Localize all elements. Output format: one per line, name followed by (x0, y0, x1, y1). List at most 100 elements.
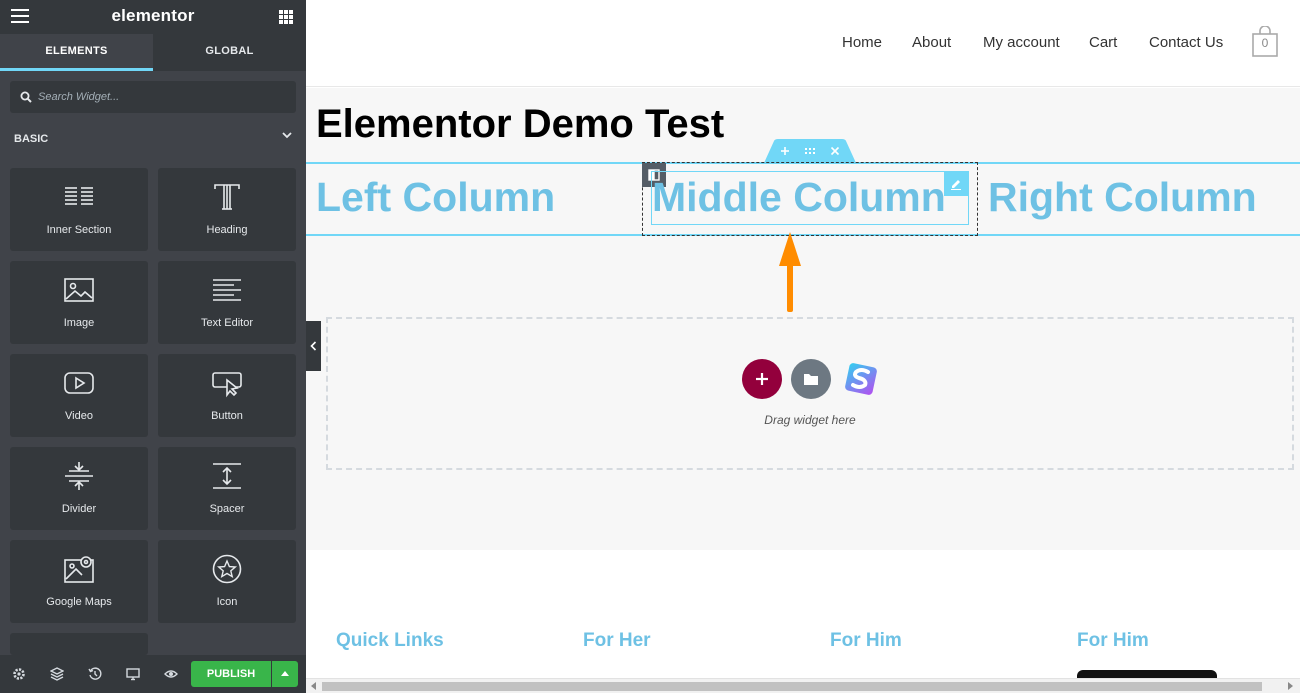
horizontal-scrollbar[interactable] (306, 678, 1300, 693)
add-template-button[interactable] (791, 359, 831, 399)
dropzone-hint: Drag widget here (764, 413, 856, 427)
widget-partial[interactable] (10, 633, 148, 655)
starter-templates-icon[interactable] (841, 359, 881, 399)
footer-heading-for-him: For Him (830, 630, 902, 651)
delete-section-icon[interactable] (828, 144, 842, 158)
widget-label: Video (65, 410, 93, 422)
site-header: Home About My account Cart Contact Us 0 (306, 0, 1300, 87)
nav-home[interactable]: Home (842, 34, 882, 51)
folder-icon (804, 374, 818, 385)
navigator-icon[interactable] (50, 667, 64, 681)
footer-heading-for-her: For Her (583, 630, 651, 651)
star-icon (212, 554, 242, 584)
category-label: BASIC (14, 133, 49, 145)
scrollbar-thumb[interactable] (322, 682, 1262, 691)
widget-video[interactable]: Video (10, 354, 148, 437)
preview-icon[interactable] (164, 667, 178, 681)
nav-about[interactable]: About (912, 34, 951, 51)
site-footer: Quick Links For Her For Him For Him (306, 550, 1300, 693)
widget-label: Inner Section (46, 224, 112, 236)
grid-icon (284, 20, 288, 24)
widget-spacer[interactable]: Spacer (158, 447, 296, 530)
heading-middle-column[interactable]: Middle Column (652, 174, 946, 221)
grid-icon (289, 10, 293, 14)
widget-icon[interactable]: Icon (158, 540, 296, 623)
heading-left-column[interactable]: Left Column (316, 174, 555, 221)
settings-icon[interactable] (12, 667, 26, 681)
scroll-right-icon[interactable] (1286, 682, 1294, 690)
caret-up-icon (281, 671, 289, 676)
widget-inner-section[interactable]: Inner Section (10, 168, 148, 251)
widget-label: Icon (216, 596, 238, 608)
heading-right-column[interactable]: Right Column (988, 174, 1257, 221)
chevron-down-icon (282, 132, 292, 139)
widget-text-editor[interactable]: Text Editor (158, 261, 296, 344)
footer-heading-for-him-2: For Him (1077, 630, 1149, 651)
heading-icon (214, 184, 240, 210)
cart-button[interactable]: 0 (1252, 26, 1278, 58)
tab-global[interactable]: GLOBAL (153, 34, 306, 71)
pencil-icon (951, 180, 961, 190)
grid-icon (279, 20, 283, 24)
publish-options-button[interactable] (272, 661, 298, 687)
widget-divider[interactable]: Divider (10, 447, 148, 530)
publish-button[interactable]: PUBLISH (191, 661, 271, 687)
nav-contact-us[interactable]: Contact Us (1149, 34, 1223, 51)
google-maps-icon (64, 556, 94, 583)
grid-icon (284, 10, 288, 14)
section-toolbar (764, 139, 856, 163)
chevron-left-icon (310, 341, 317, 351)
nav-cart[interactable]: Cart (1089, 34, 1117, 51)
panel-header: elementor (0, 0, 306, 34)
empty-section-dropzone[interactable]: Drag widget here (326, 317, 1294, 470)
page-title: Elementor Demo Test (316, 102, 725, 146)
footer-heading-quick-links: Quick Links (336, 630, 444, 651)
widget-label: Button (211, 410, 243, 422)
grid-icon (289, 20, 293, 24)
history-icon[interactable] (88, 667, 102, 681)
plus-icon (756, 373, 768, 385)
nav-my-account[interactable]: My account (983, 34, 1060, 51)
apps-grid-button[interactable] (279, 10, 293, 24)
annotation-arrow-icon (779, 232, 801, 312)
scroll-left-icon[interactable] (310, 682, 318, 690)
grid-icon (289, 15, 293, 19)
spacer-icon (213, 463, 241, 489)
drag-handle-icon[interactable] (803, 144, 817, 158)
widget-label: Heading (206, 224, 248, 236)
tab-elements[interactable]: ELEMENTS (0, 34, 153, 71)
widget-heading[interactable]: Heading (158, 168, 296, 251)
editor-panel: elementor ELEMENTS GLOBAL BASIC In (0, 0, 306, 693)
widget-google-maps[interactable]: Google Maps (10, 540, 148, 623)
video-icon (64, 372, 94, 394)
widget-label: Text Editor (201, 317, 253, 329)
widget-label: Google Maps (46, 596, 112, 608)
text-editor-icon (213, 279, 241, 301)
widget-label: Spacer (209, 503, 245, 515)
grid-icon (279, 15, 283, 19)
search-box (10, 81, 296, 113)
button-icon (212, 372, 242, 398)
add-new-section-button[interactable] (742, 359, 782, 399)
collapse-panel-button[interactable] (306, 321, 321, 371)
search-icon (20, 91, 32, 103)
divider-icon (65, 462, 93, 490)
category-basic-toggle[interactable]: BASIC (14, 129, 294, 145)
edit-widget-button[interactable] (944, 172, 968, 196)
widget-image[interactable]: Image (10, 261, 148, 344)
brand-logo: elementor (111, 6, 195, 25)
widget-label: Image (63, 317, 95, 329)
grid-icon (284, 15, 288, 19)
image-icon (64, 278, 94, 302)
responsive-icon[interactable] (126, 667, 140, 681)
section-three-columns[interactable]: Left Column Middle Column Right Column (306, 162, 1300, 236)
preview-canvas: Home About My account Cart Contact Us 0 … (306, 0, 1300, 693)
inner-section-icon (65, 187, 93, 205)
add-section-icon[interactable] (778, 144, 792, 158)
widget-label: Divider (61, 503, 97, 515)
page-content: Elementor Demo Test Left Column Middle C… (306, 88, 1300, 550)
search-input[interactable] (38, 81, 288, 113)
grid-icon (279, 10, 283, 14)
panel-tabs: ELEMENTS GLOBAL (0, 34, 306, 71)
widget-button[interactable]: Button (158, 354, 296, 437)
